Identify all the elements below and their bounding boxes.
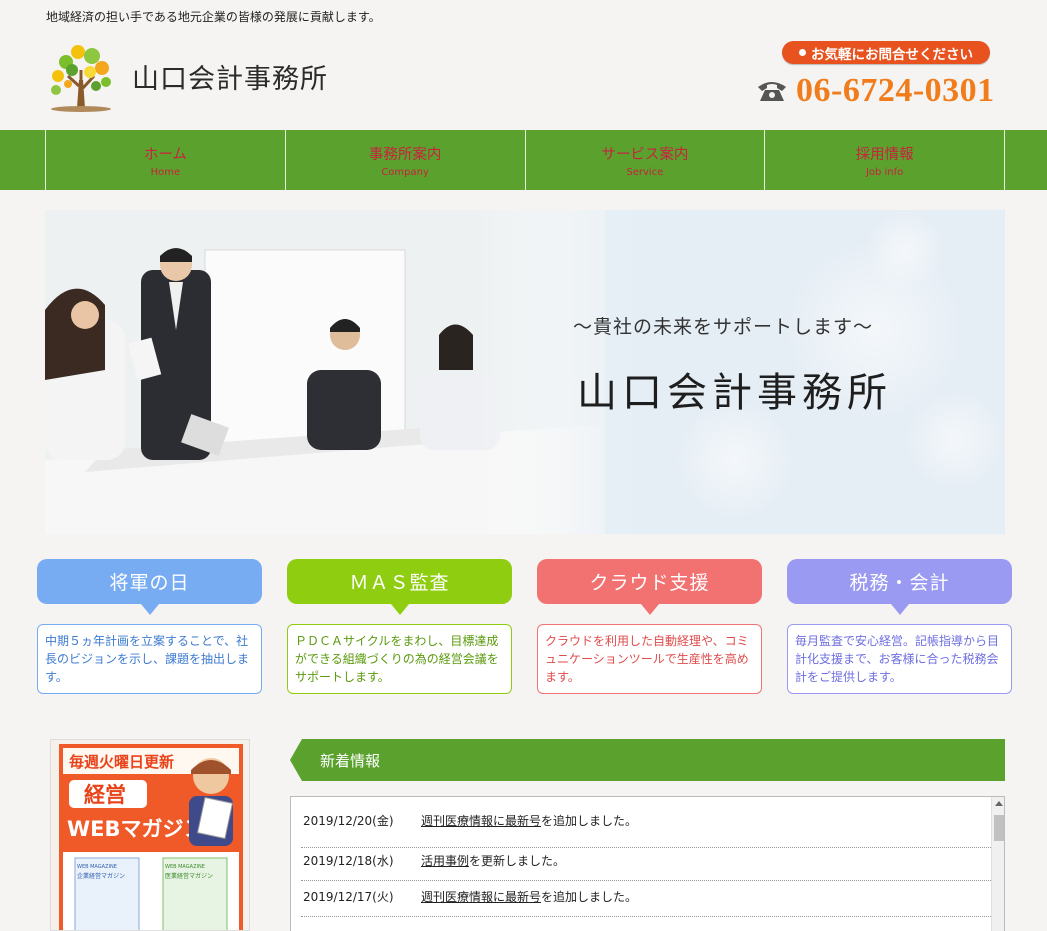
nav-sublabel: Home [150,166,181,178]
magazine-tag-2: WEB MAGAZINE [165,864,205,870]
tree-logo-icon [51,45,111,112]
news-rest: を追加しました。 [541,890,638,904]
news-item: 2019/12/18(水) 活用事例を更新しました。 [291,843,991,878]
dot-icon [799,49,806,56]
news-list[interactable]: 2019/12/20(金) 週刊医療情報に最新号を追加しました。 2019/12… [290,796,1005,931]
contact-label: お気軽にお問合せください [811,46,973,63]
nav-item-company[interactable]: 事務所案内 Company [286,130,526,190]
news-link[interactable]: 週刊医療情報に最新号 [421,814,541,828]
news-text: 活用事例を更新しました。 [421,852,565,869]
nav-label: 事務所案内 [368,146,442,163]
service-card-title: ＭＡＳ監査 [287,559,512,615]
nav-label: ホーム [143,146,187,163]
news-item: 2019/12/17(火) 週刊医療情報に最新号を追加しました。 [291,879,991,914]
telephone-icon [758,82,786,101]
service-card-shogun[interactable]: 将軍の日 中期５ヵ年計画を立案することで、社長のビジョンを示し、課題を抽出します… [37,559,262,694]
service-card-cloud[interactable]: クラウド支援 クラウドを利用した自動経理や、コミュニケーションツールで生産性を高… [537,559,762,694]
contact-badge[interactable]: お気軽にお問合せください [782,41,990,64]
service-card-text: クラウドを利用した自動経理や、コミュニケーションツールで生産性を高めます。 [537,624,762,694]
news-divider [301,916,991,917]
web-magazine-banner[interactable]: 毎週火曜日更新 経営 WEBマガジン WEB MAGAZINE 企業経営マガジン… [50,739,250,931]
service-card-text: ＰＤＣＡサイクルをまわし、目標達成ができる組織づくりの為の経営会議をサポートしま… [287,624,512,694]
nav-sublabel: Service [626,166,664,178]
service-card-title: クラウド支援 [537,559,762,615]
news-date: 2019/12/20(金) [303,814,394,828]
logo-text: 山口会計事務所 [132,63,328,95]
magazine-title-2: WEBマガジン [67,817,205,841]
phone-number-block[interactable]: 06-6724-0301 [756,72,995,110]
magazine-book-2: 医業経営マガジン [165,872,213,880]
news-rest: を更新しました。 [469,854,566,868]
hero-title: 山口会計事務所 [577,370,892,416]
service-card-mas[interactable]: ＭＡＳ監査 ＰＤＣＡサイクルをまわし、目標達成ができる組織づくりの為の経営会議を… [287,559,512,694]
news-rest: を追加しました。 [541,814,638,828]
news-date: 2019/12/17(火) [303,890,394,904]
nav-item-service[interactable]: サービス案内 Service [526,130,766,190]
hero-subtitle: ～貴社の未来をサポートします～ [573,316,874,338]
service-cards: 将軍の日 中期５ヵ年計画を立案することで、社長のビジョンを示し、課題を抽出します… [37,559,1012,699]
news-text: 週刊医療情報に最新号を追加しました。 [421,888,637,905]
magazine-tag-1: WEB MAGAZINE [77,864,117,870]
magazine-title-1: 経営 [84,783,126,807]
news-scrollbar[interactable] [991,797,1004,931]
service-card-text: 中期５ヵ年計画を立案することで、社長のビジョンを示し、課題を抽出します。 [37,624,262,694]
header-tagline: 地域経済の担い手である地元企業の皆様の発展に貢献します。 [46,10,381,24]
magazine-book-1: 企業経営マガジン [77,872,125,880]
nav-item-home[interactable]: ホーム Home [46,130,286,190]
nav-sublabel: Job info [865,166,904,178]
service-card-tax[interactable]: 税務・会計 毎月監査で安心経営。記帳指導から目計化支援まで、お客様に合った税務会… [787,559,1012,694]
nav-sublabel: Company [381,166,429,178]
main-nav: ホーム Home 事務所案内 Company サービス案内 Service 採用… [0,130,1047,190]
scroll-up-arrow-icon[interactable] [995,801,1003,806]
news-date: 2019/12/18(水) [303,854,394,868]
service-card-title: 税務・会計 [787,559,1012,615]
phone-number: 06-6724-0301 [796,72,995,109]
news-text: 週刊医療情報に最新号を追加しました。 [421,812,637,829]
web-magazine-graphic: 毎週火曜日更新 経営 WEBマガジン WEB MAGAZINE 企業経営マガジン… [51,740,249,930]
news-header: 新着情報 [290,739,1005,781]
news-link[interactable]: 週刊医療情報に最新号 [421,890,541,904]
news-link[interactable]: 活用事例 [421,854,469,868]
news-title: 新着情報 [320,752,381,770]
nav-item-job-info[interactable]: 採用情報 Job info [765,130,1005,190]
hero-banner: ～貴社の未来をサポートします～ 山口会計事務所 [45,210,1005,534]
scroll-thumb[interactable] [994,815,1004,841]
news-item: 2019/12/20(金) 週刊医療情報に最新号を追加しました。 [291,803,991,838]
site-logo[interactable]: 山口会計事務所 [46,40,346,112]
nav-label: 採用情報 [855,146,914,163]
service-card-text: 毎月監査で安心経営。記帳指導から目計化支援まで、お客様に合った税務会計をご提供し… [787,624,1012,694]
magazine-banner-text: 毎週火曜日更新 [69,753,174,771]
nav-label: サービス案内 [601,146,689,163]
service-card-title: 将軍の日 [37,559,262,615]
